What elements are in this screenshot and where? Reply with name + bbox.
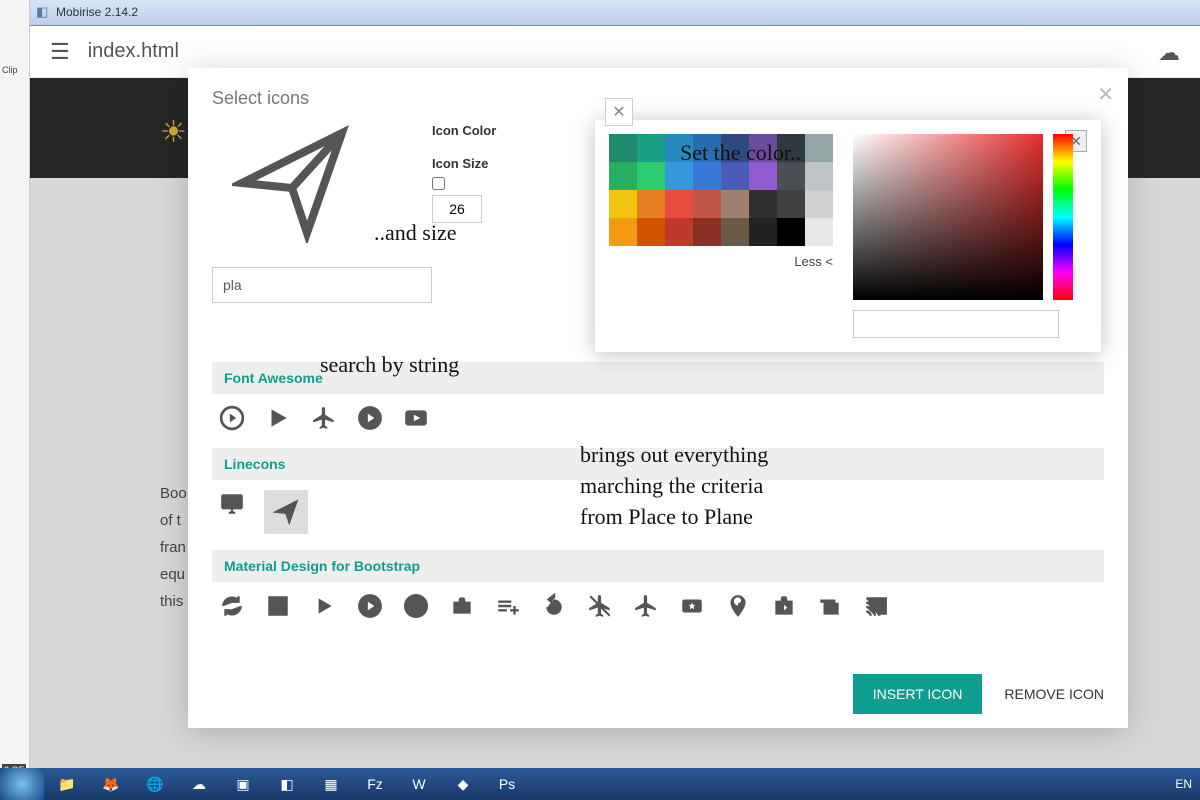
airplanemode-off-icon[interactable] <box>586 592 614 620</box>
play-circle-outline-icon[interactable] <box>402 592 430 620</box>
paperplane-icon[interactable] <box>264 490 308 534</box>
play-circle-o-icon[interactable] <box>218 404 246 432</box>
shop-icon[interactable] <box>770 592 798 620</box>
swatch[interactable] <box>637 162 665 190</box>
swatch[interactable] <box>749 190 777 218</box>
annotation-set-color: Set the color.. <box>680 140 801 166</box>
playlist-add-icon[interactable] <box>494 592 522 620</box>
play-arrow-icon[interactable] <box>310 592 338 620</box>
play-circle-filled-icon[interactable] <box>356 592 384 620</box>
icon-color-label: Icon Color <box>432 123 496 138</box>
play-circle-icon[interactable] <box>356 404 384 432</box>
swatch[interactable] <box>721 162 749 190</box>
windows-taskbar[interactable]: 📁 🦊 🌐 ☁ ▣ ◧ ▦ Fz W ◆ Ps EN <box>0 768 1200 800</box>
plane-icon[interactable] <box>310 404 338 432</box>
task-explorer-icon[interactable]: 📁 <box>46 770 88 798</box>
start-button[interactable] <box>0 768 44 800</box>
swatch[interactable] <box>777 190 805 218</box>
insert-icon-button[interactable]: INSERT ICON <box>853 674 983 714</box>
taskbar-lang[interactable]: EN <box>1175 777 1192 791</box>
display-icon[interactable] <box>218 490 246 518</box>
modal-title: Select icons <box>212 88 1104 109</box>
remove-icon-button[interactable]: REMOVE ICON <box>1004 686 1104 702</box>
icon-size-label: Icon Size <box>432 156 496 171</box>
brightness-icon[interactable] <box>264 592 292 620</box>
refresh-icon[interactable] <box>218 592 246 620</box>
swatch[interactable] <box>609 134 637 162</box>
swatch[interactable] <box>665 218 693 246</box>
swatch[interactable] <box>805 190 833 218</box>
task-mobirise-icon[interactable]: ◧ <box>266 770 308 798</box>
swatch[interactable] <box>609 218 637 246</box>
swatch[interactable] <box>777 162 805 190</box>
task-app3-icon[interactable]: ◆ <box>442 770 484 798</box>
work-icon[interactable] <box>448 592 476 620</box>
sun-icon: ☀ <box>160 115 187 150</box>
clipboard-label: Clip <box>2 65 18 75</box>
airplanemode-on-icon[interactable] <box>632 592 660 620</box>
swatch[interactable] <box>637 190 665 218</box>
word-sidebar: Clip 2 OF <box>0 0 30 780</box>
task-chrome-icon[interactable]: 🌐 <box>134 770 176 798</box>
swatch[interactable] <box>721 218 749 246</box>
swatch[interactable] <box>637 134 665 162</box>
replay-icon[interactable] <box>540 592 568 620</box>
swatch[interactable] <box>777 218 805 246</box>
play-icon[interactable] <box>264 404 292 432</box>
swatch[interactable] <box>665 190 693 218</box>
task-firefox-icon[interactable]: 🦊 <box>90 770 132 798</box>
less-toggle[interactable]: Less < <box>609 254 833 269</box>
task-skype-icon[interactable]: ☁ <box>178 770 220 798</box>
close-popup-icon[interactable]: ✕ <box>605 98 633 126</box>
swatch[interactable] <box>693 162 721 190</box>
cloud-upload-icon[interactable]: ☁ <box>1158 40 1180 66</box>
icon-preview <box>212 123 372 243</box>
local-play-icon[interactable] <box>678 592 706 620</box>
task-word-icon[interactable]: W <box>398 770 440 798</box>
task-app1-icon[interactable]: ▣ <box>222 770 264 798</box>
swatch[interactable] <box>609 190 637 218</box>
place-icon[interactable] <box>724 592 752 620</box>
task-app2-icon[interactable]: ▦ <box>310 770 352 798</box>
annotation-criteria: brings out everything marching the crite… <box>580 440 768 532</box>
hex-input[interactable] <box>853 310 1059 338</box>
set-mdb[interactable]: Material Design for Bootstrap <box>212 550 1104 582</box>
app-icon: ◧ <box>36 4 48 20</box>
task-filezilla-icon[interactable]: Fz <box>354 770 396 798</box>
color-picker-popup: ✕ Less < ✕ <box>595 120 1101 352</box>
swatch[interactable] <box>665 162 693 190</box>
swatch[interactable] <box>749 218 777 246</box>
swatch[interactable] <box>721 190 749 218</box>
task-photoshop-icon[interactable]: Ps <box>486 770 528 798</box>
window-title: Mobirise 2.14.2 <box>56 5 138 19</box>
filename: index.html <box>88 40 179 63</box>
hue-slider[interactable] <box>1053 134 1073 300</box>
swatch[interactable] <box>805 218 833 246</box>
hamburger-icon[interactable]: ☰ <box>50 39 70 65</box>
swatch[interactable] <box>637 218 665 246</box>
swatch[interactable] <box>693 190 721 218</box>
swatch[interactable] <box>693 218 721 246</box>
size-checkbox[interactable] <box>432 177 445 190</box>
search-input[interactable] <box>212 267 432 303</box>
youtube-play-icon[interactable] <box>402 404 430 432</box>
annotation-search: search by string <box>320 352 459 378</box>
cast-icon[interactable] <box>862 592 890 620</box>
swatch[interactable] <box>749 162 777 190</box>
swatch[interactable] <box>609 162 637 190</box>
close-icon[interactable]: ✕ <box>1097 82 1114 107</box>
color-gradient[interactable] <box>853 134 1043 300</box>
annotation-and-size: ..and size <box>374 220 456 246</box>
window-titlebar: ◧ Mobirise 2.14.2 <box>30 0 1200 26</box>
shop-two-icon[interactable] <box>816 592 844 620</box>
size-input[interactable] <box>432 195 482 223</box>
swatch[interactable] <box>805 162 833 190</box>
swatch[interactable] <box>805 134 833 162</box>
